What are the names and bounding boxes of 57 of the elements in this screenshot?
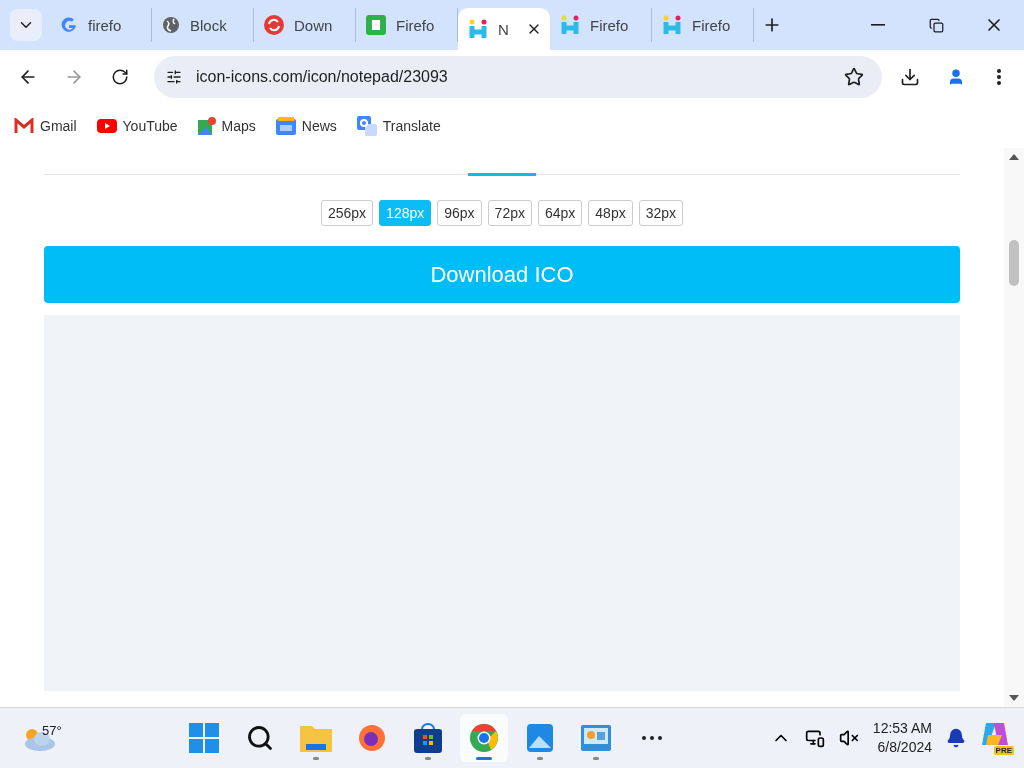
download-icon <box>900 67 920 87</box>
store-icon <box>414 723 442 753</box>
clock[interactable]: 12:53 AM 6/8/2024 <box>872 719 932 757</box>
bookmark-link[interactable]: Gmail <box>14 118 77 134</box>
browser-tab[interactable]: Block <box>152 8 254 42</box>
size-button[interactable]: 256px <box>320 200 374 226</box>
browser-tab[interactable]: Firefo <box>652 8 754 42</box>
play-icon <box>96 119 117 133</box>
globe-icon <box>162 16 180 34</box>
browser-tab[interactable]: Firefo <box>550 8 652 42</box>
search-icon <box>246 724 274 752</box>
browser-tab[interactable]: Down <box>254 8 356 42</box>
scrollbar[interactable] <box>1004 148 1024 707</box>
news-icon <box>275 117 296 135</box>
translate-icon <box>356 116 377 136</box>
site-icon <box>662 15 682 35</box>
browser-tab[interactable]: N <box>458 8 550 50</box>
bookmark-link[interactable]: Translate <box>356 116 441 136</box>
size-button[interactable]: 32px <box>638 200 684 226</box>
url-text: icon-icons.com/icon/notepad/23093 <box>196 68 449 86</box>
size-button[interactable]: 64px <box>537 200 583 226</box>
minimize-icon <box>871 24 885 26</box>
more-icon <box>642 736 662 740</box>
control-panel-icon <box>581 725 611 751</box>
map-icon <box>197 117 216 135</box>
menu-icon <box>997 69 1001 85</box>
restore-icon <box>928 17 944 33</box>
browser-tab[interactable]: Firefo <box>356 8 458 42</box>
address-bar[interactable]: icon-icons.com/icon/notepad/23093 <box>154 56 882 98</box>
bookmark-star-icon[interactable] <box>844 67 864 87</box>
folder-icon <box>300 724 332 752</box>
network-icon[interactable] <box>804 728 825 748</box>
size-button[interactable]: 48px <box>588 200 633 226</box>
temperature-text: 57° <box>42 723 62 738</box>
site-icon <box>560 15 580 35</box>
profile-icon <box>947 68 965 86</box>
copilot-icon <box>980 721 1010 747</box>
app-icon <box>366 15 386 35</box>
chrome-icon <box>469 723 499 753</box>
mail-icon <box>14 118 34 134</box>
windows-icon <box>189 723 219 753</box>
bookmark-link[interactable]: News <box>275 117 337 135</box>
copilot-button[interactable]: PRE <box>980 721 1014 755</box>
bookmark-link[interactable]: YouTube <box>96 118 178 134</box>
size-button[interactable]: 72px <box>487 200 532 226</box>
sync-icon <box>264 15 284 35</box>
bookmark-link[interactable]: Maps <box>197 117 256 135</box>
notification-bell-icon[interactable] <box>946 728 966 748</box>
site-icon <box>468 19 488 39</box>
muted-speaker-icon[interactable] <box>838 728 859 748</box>
firefox-icon <box>358 724 386 752</box>
browser-tab[interactable]: firefo <box>50 8 152 42</box>
photos-icon <box>527 724 553 752</box>
reload-icon <box>111 68 129 86</box>
google-icon <box>60 16 78 34</box>
size-button[interactable]: 96px <box>437 200 482 226</box>
site-settings-icon[interactable] <box>166 69 182 85</box>
